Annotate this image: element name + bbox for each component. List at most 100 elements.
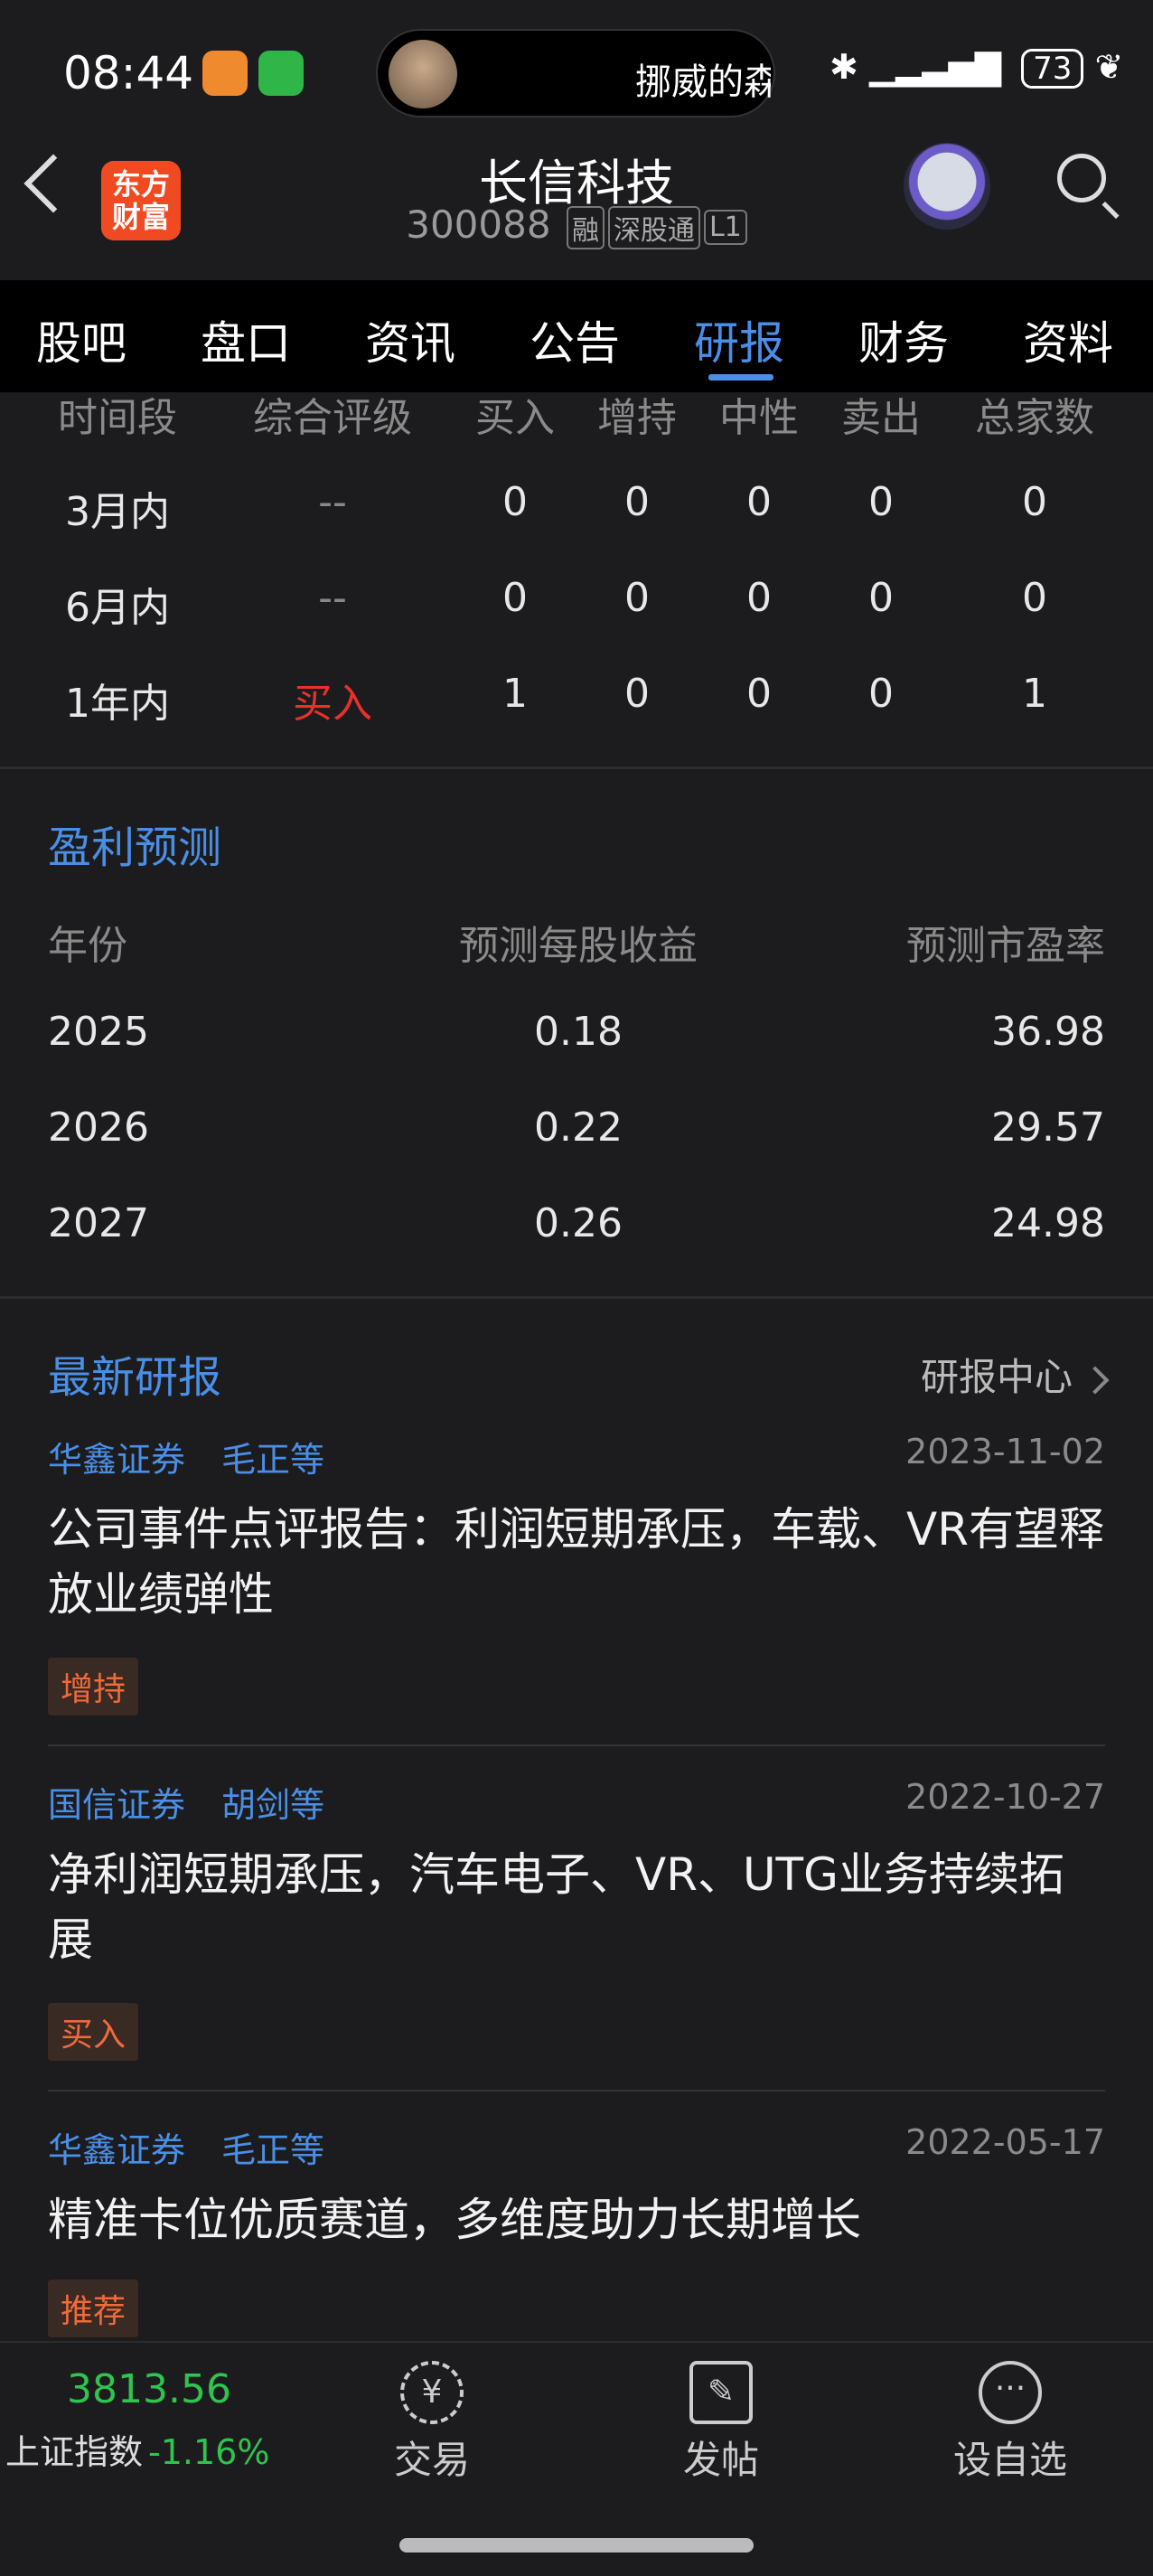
report-title[interactable]: 净利润短期承压，汽车电子、VR、UTG业务持续拓展 xyxy=(48,1842,1105,1972)
buy-cell: 1 xyxy=(502,671,528,717)
buy-cell: 0 xyxy=(502,479,528,525)
pe-cell: 29.57 xyxy=(991,1105,1105,1151)
tab-profile[interactable]: 资料 xyxy=(1005,307,1131,372)
edit-icon: ✎ xyxy=(689,2361,753,2424)
notification-app-icon xyxy=(202,51,248,96)
total-cell: 0 xyxy=(1022,575,1047,621)
author-name[interactable]: 毛正等 xyxy=(221,2130,324,2170)
index-value: 3813.56 xyxy=(67,2366,231,2412)
stock-code: 300088 xyxy=(406,202,551,247)
report-rating-tag: 买入 xyxy=(48,2003,139,2061)
battery-icon: 73 xyxy=(1021,49,1084,89)
neutral-cell: 0 xyxy=(746,671,772,717)
forecast-title: 盈利预测 xyxy=(48,823,222,873)
eps-cell: 0.26 xyxy=(534,1200,623,1246)
system-icons: ✱ ▁▂▃▅▇ 73 ❦ xyxy=(830,47,1123,89)
tab-guba[interactable]: 股吧 xyxy=(18,307,145,372)
sell-cell: 0 xyxy=(868,575,894,621)
col-year: 年份 xyxy=(48,923,127,969)
col-overweight: 增持 xyxy=(597,395,677,441)
neutral-cell: 0 xyxy=(746,575,772,621)
report-date: 2022-10-27 xyxy=(905,1777,1105,1817)
total-cell: 0 xyxy=(1022,479,1047,525)
report-meta: 华鑫证券 毛正等 xyxy=(48,2122,324,2172)
sell-cell: 0 xyxy=(868,479,894,525)
assistant-robot-icon[interactable] xyxy=(904,143,990,230)
report-title[interactable]: 公司事件点评报告：利润短期承压，车载、VR有望释放业绩弹性 xyxy=(48,1497,1105,1627)
signal-icon: ▁▂▃▅▇ xyxy=(868,47,1002,87)
overall-cell: -- xyxy=(318,479,347,525)
more-dots-icon: ··· xyxy=(979,2361,1042,2424)
umbrella-app-icon xyxy=(258,51,304,96)
chevron-right-icon xyxy=(1081,1365,1110,1395)
now-playing-text: 挪威的森 xyxy=(635,61,771,103)
post-button[interactable]: ✎ 发帖 xyxy=(631,2361,811,2485)
home-indicator[interactable] xyxy=(399,2538,754,2552)
bluetooth-icon: ✱ xyxy=(830,47,858,87)
tab-pankou[interactable]: 盘口 xyxy=(183,307,309,372)
col-sell: 卖出 xyxy=(841,395,921,441)
tab-news[interactable]: 资讯 xyxy=(347,307,473,372)
tab-announcements[interactable]: 公告 xyxy=(511,307,638,372)
overweight-cell: 0 xyxy=(624,575,650,621)
overall-cell: 买入 xyxy=(293,681,372,727)
index-change: -1.16% xyxy=(148,2432,270,2472)
add-watchlist-button[interactable]: ··· 设自选 xyxy=(920,2361,1101,2485)
report-rating-tag: 推荐 xyxy=(48,2280,139,2337)
reports-title: 最新研报 xyxy=(48,1352,222,1403)
col-pe: 预测市盈率 xyxy=(906,923,1105,969)
now-playing-island[interactable]: 挪威的森 xyxy=(376,29,775,118)
year-cell: 2026 xyxy=(48,1105,149,1151)
col-neutral: 中性 xyxy=(719,395,799,441)
col-total: 总家数 xyxy=(975,395,1094,441)
neutral-cell: 0 xyxy=(746,479,772,525)
pe-cell: 36.98 xyxy=(991,1009,1105,1055)
total-cell: 1 xyxy=(1022,671,1047,717)
broker-name[interactable]: 华鑫证券 xyxy=(48,1440,185,1480)
yen-icon: ¥ xyxy=(400,2361,464,2424)
research-center-label: 研报中心 xyxy=(920,1355,1073,1399)
broker-name[interactable]: 国信证券 xyxy=(48,1785,185,1825)
status-bar: 08:44 挪威的森 ✱ ▁▂▃▅▇ 73 ❦ xyxy=(0,0,1153,136)
eps-cell: 0.18 xyxy=(534,1009,623,1055)
overall-cell: -- xyxy=(318,575,347,621)
period-cell: 3月内 xyxy=(65,489,170,535)
col-period: 时间段 xyxy=(58,395,177,441)
leaf-icon: ❦ xyxy=(1094,47,1124,87)
active-tab-indicator xyxy=(708,374,773,381)
author-name[interactable]: 毛正等 xyxy=(221,1440,324,1480)
trade-label: 交易 xyxy=(393,2438,470,2482)
section-divider xyxy=(0,1296,1153,1299)
period-cell: 6月内 xyxy=(65,585,170,631)
year-cell: 2027 xyxy=(48,1200,149,1246)
report-date: 2022-05-17 xyxy=(905,2122,1105,2162)
clock: 08:44 xyxy=(63,47,194,99)
post-label: 发帖 xyxy=(682,2438,759,2482)
research-center-link[interactable]: 研报中心 xyxy=(920,1347,1110,1402)
period-cell: 1年内 xyxy=(65,681,170,727)
report-rating-tag: 增持 xyxy=(48,1658,139,1716)
tab-financials[interactable]: 财务 xyxy=(840,307,967,372)
tab-research[interactable]: 研报 xyxy=(676,307,802,372)
index-name: 上证指数 xyxy=(5,2432,144,2472)
section-divider xyxy=(0,766,1153,769)
report-meta: 国信证券 胡剑等 xyxy=(48,1777,324,1827)
tab-bar: 股吧 盘口 资讯 公告 研报 财务 资料 xyxy=(0,280,1153,392)
col-overall: 综合评级 xyxy=(253,395,412,441)
search-icon[interactable] xyxy=(1057,154,1106,202)
broker-name[interactable]: 华鑫证券 xyxy=(48,2130,185,2170)
margin-tag: 融 xyxy=(566,205,605,249)
overweight-cell: 0 xyxy=(624,479,650,525)
trade-button[interactable]: ¥ 交易 xyxy=(342,2361,522,2485)
report-title[interactable]: 精准卡位优质赛道，多维度助力长期增长 xyxy=(48,2187,1105,2252)
add-watchlist-label: 设自选 xyxy=(952,2438,1067,2482)
pe-cell: 24.98 xyxy=(991,1200,1105,1246)
overweight-cell: 0 xyxy=(624,671,650,717)
album-art xyxy=(389,40,457,108)
index-name-row: 上证指数 -1.16% xyxy=(5,2424,269,2474)
buy-cell: 0 xyxy=(502,575,528,621)
report-divider xyxy=(48,1744,1105,1746)
report-meta: 华鑫证券 毛正等 xyxy=(48,1432,324,1481)
author-name[interactable]: 胡剑等 xyxy=(221,1785,324,1825)
report-divider xyxy=(48,2090,1105,2092)
